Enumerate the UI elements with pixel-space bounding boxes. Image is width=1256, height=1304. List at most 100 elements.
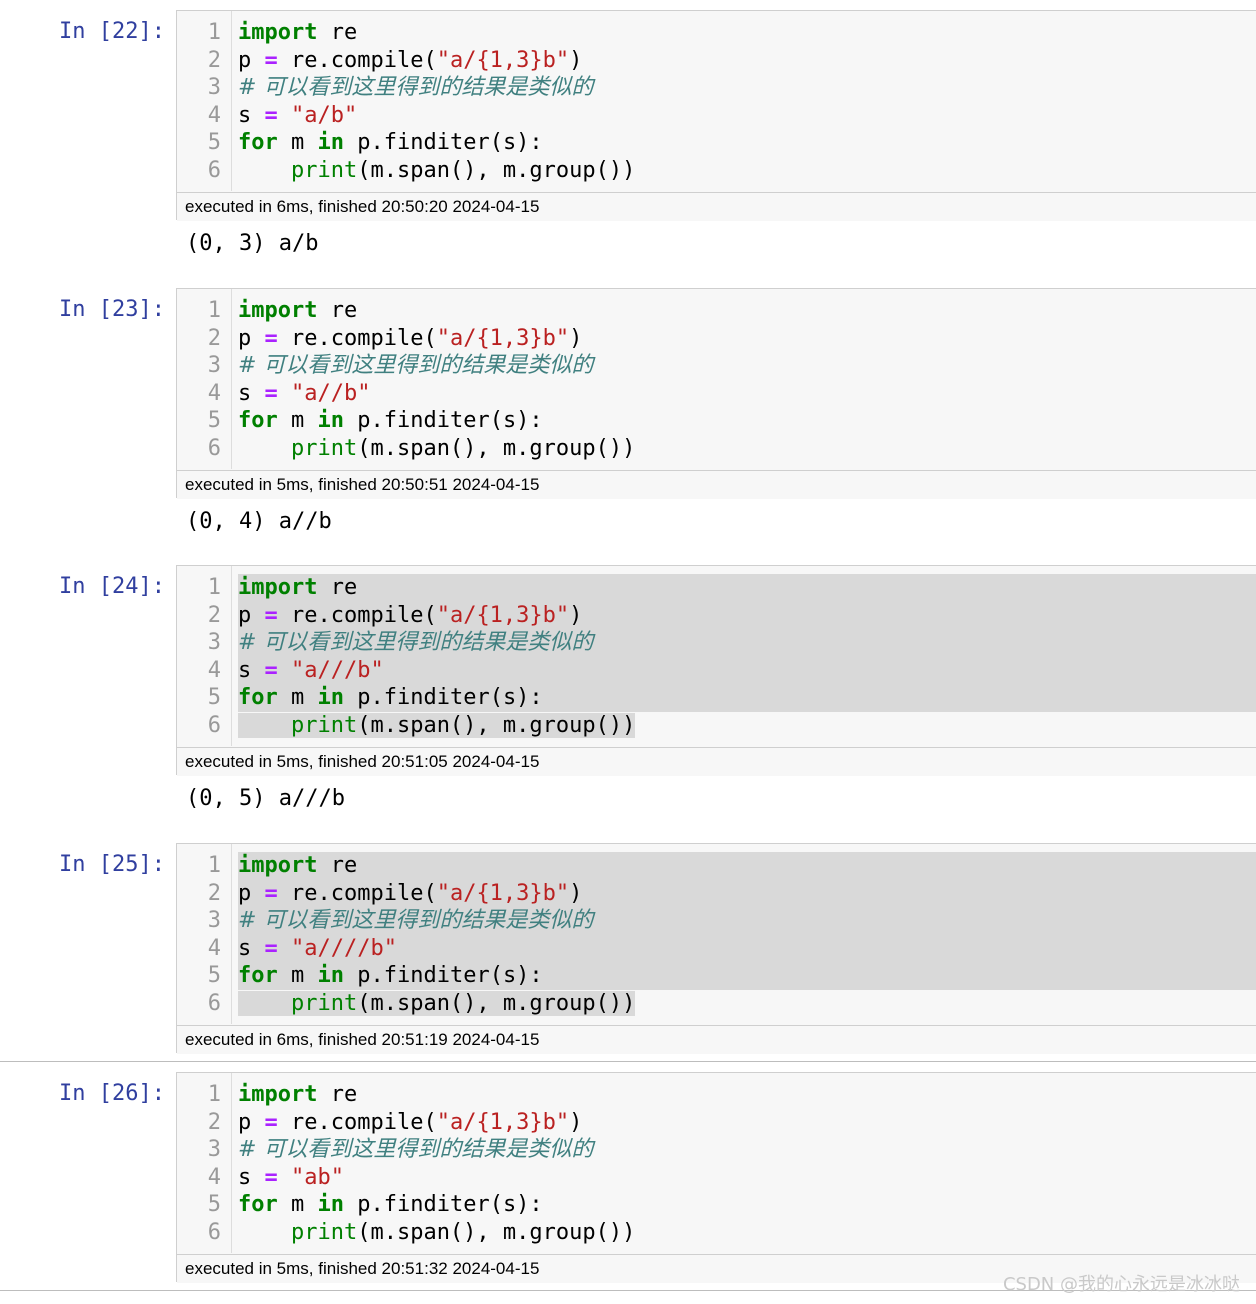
- line-number: 6: [207, 991, 221, 1016]
- keyword-token: import: [238, 853, 318, 878]
- keyword-token: in: [317, 963, 345, 989]
- string-token: "a/{1,3}b": [436, 880, 570, 906]
- code-input-area[interactable]: 1 2 3 4 5 6 import re p = re.compile("a/{1,3}b"…: [176, 843, 1256, 1054]
- keyword-token: in: [317, 685, 345, 711]
- line-number: 1: [207, 298, 221, 323]
- operator-token: =: [264, 47, 278, 73]
- cell-divider: [0, 1061, 1256, 1062]
- line-number: 4: [207, 102, 221, 128]
- code-token: (m.span(), m.group()): [357, 712, 636, 738]
- operator-token: =: [264, 102, 278, 128]
- code-token: (m.span(), m.group()): [357, 1219, 636, 1245]
- operator-token: =: [264, 935, 278, 961]
- code-line: p = re.compile("a/{1,3}b"): [238, 325, 1256, 353]
- string-token: "a/{1,3}b": [436, 325, 570, 351]
- code-token: s: [238, 1164, 265, 1190]
- code-line: # 可以看到这里得到的结果是类似的: [238, 1136, 1256, 1164]
- operator-token: =: [264, 657, 278, 683]
- selection-highlight: print(m.span(), m.group()): [238, 436, 635, 461]
- code-token: m: [277, 1192, 318, 1218]
- code-line: p = re.compile("a/{1,3}b"): [238, 601, 1256, 630]
- builtin-token: print: [290, 157, 358, 183]
- code-input-area[interactable]: 1 2 3 4 5 6 import re p = re.compile("a/{1,3}b"…: [176, 288, 1256, 499]
- code-line: s = "a//b": [238, 380, 1256, 408]
- builtin-token: print: [290, 990, 358, 1016]
- code-line: # 可以看到这里得到的结果是类似的: [238, 352, 1256, 380]
- cell-prompt: In [24]:: [59, 574, 165, 599]
- line-number-gutter: 123456: [177, 11, 232, 191]
- operator-token: =: [264, 325, 278, 351]
- line-number: 2: [207, 1109, 221, 1135]
- code-token: p: [238, 602, 265, 628]
- code-editor[interactable]: import re p = re.compile("a/{1,3}b") # 可以看…: [238, 852, 1256, 1018]
- execution-info: executed in 6ms, finished 20:51:19 2024-…: [177, 1025, 1256, 1054]
- code-token: ): [569, 880, 583, 906]
- cell-output: (0, 4) a//b: [186, 509, 332, 534]
- line-number: 3: [207, 630, 221, 656]
- keyword-token: in: [317, 130, 345, 156]
- code-line: print(m.span(), m.group()): [238, 157, 1256, 185]
- code-editor[interactable]: import re p = re.compile("a/{1,3}b") # 可以看…: [238, 19, 1256, 185]
- line-number: 1: [207, 853, 221, 878]
- line-number-gutter: 123456: [177, 1073, 232, 1253]
- keyword-token: import: [238, 575, 318, 600]
- code-token: p.finditer(s):: [344, 963, 543, 989]
- selection-highlight: print(m.span(), m.group()): [238, 1220, 635, 1245]
- line-number: 5: [207, 963, 221, 989]
- code-input-area[interactable]: 1 2 3 4 5 6 import re p = re.compile("a/{1,3}b"…: [176, 10, 1256, 221]
- code-editor[interactable]: import re p = re.compile("a/{1,3}b") # 可以看…: [238, 1081, 1256, 1247]
- code-token: s: [238, 102, 265, 128]
- code-token: re: [317, 575, 358, 600]
- code-token: ): [569, 602, 583, 628]
- builtin-token: print: [290, 435, 358, 461]
- code-input-area[interactable]: 1 2 3 4 5 6 import re p = re.compile("a/{1,3}b"…: [176, 565, 1256, 776]
- keyword-token: for: [238, 130, 278, 156]
- string-token: "a/b": [291, 102, 358, 128]
- code-editor[interactable]: import re p = re.compile("a/{1,3}b") # 可以看…: [238, 297, 1256, 463]
- code-line: for m in p.finditer(s):: [238, 962, 1256, 990]
- code-token: m: [277, 408, 318, 434]
- operator-token: =: [264, 1109, 278, 1135]
- line-number: 6: [207, 713, 221, 738]
- keyword-token: for: [238, 685, 278, 711]
- comment-token: # 可以看到这里得到的结果是类似的: [238, 75, 594, 101]
- keyword-token: for: [238, 408, 278, 434]
- code-line: for m in p.finditer(s):: [238, 1191, 1256, 1219]
- code-line: p = re.compile("a/{1,3}b"): [238, 47, 1256, 75]
- code-line: for m in p.finditer(s):: [238, 407, 1256, 435]
- code-line: import re: [238, 1081, 1256, 1109]
- line-number: 5: [207, 408, 221, 434]
- code-line: for m in p.finditer(s):: [238, 684, 1256, 712]
- code-token: (m.span(), m.group()): [357, 157, 636, 183]
- code-input-area[interactable]: 1 2 3 4 5 6 import re p = re.compile("a/{1,3}b"…: [176, 1072, 1256, 1283]
- code-token: re.compile(: [277, 602, 437, 628]
- code-line: s = "a/b": [238, 102, 1256, 130]
- code-token: re: [317, 298, 358, 323]
- code-token: m: [277, 685, 318, 711]
- comment-token: # 可以看到这里得到的结果是类似的: [238, 1137, 594, 1163]
- operator-token: =: [264, 880, 278, 906]
- line-number: 4: [207, 935, 221, 961]
- line-number-gutter: 123456: [177, 289, 232, 469]
- keyword-token: import: [238, 1082, 318, 1107]
- code-token: s: [238, 380, 265, 406]
- string-token: "a/{1,3}b": [436, 602, 570, 628]
- string-token: "a/{1,3}b": [436, 47, 570, 73]
- code-line: # 可以看到这里得到的结果是类似的: [238, 629, 1256, 657]
- operator-token: =: [264, 380, 278, 406]
- comment-token: # 可以看到这里得到的结果是类似的: [238, 908, 594, 934]
- string-token: "a//b": [291, 380, 371, 406]
- code-token: m: [277, 963, 318, 989]
- string-token: "ab": [291, 1164, 344, 1190]
- line-number: 3: [207, 1137, 221, 1163]
- code-token: ): [569, 47, 583, 73]
- code-token: re.compile(: [277, 325, 437, 351]
- line-number-gutter: 123456: [177, 566, 232, 746]
- code-editor[interactable]: import re p = re.compile("a/{1,3}b") # 可以看…: [238, 574, 1256, 740]
- string-token: "a///b": [291, 657, 384, 683]
- comment-token: # 可以看到这里得到的结果是类似的: [238, 630, 594, 656]
- code-token: p.finditer(s):: [344, 408, 543, 434]
